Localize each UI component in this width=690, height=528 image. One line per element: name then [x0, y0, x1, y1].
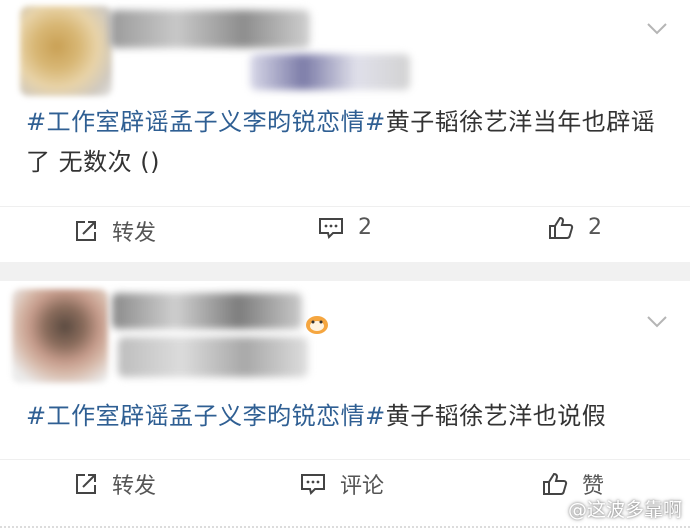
post-card-2: #工作室辟谣孟子义李昀锐恋情#黄子韬徐艺洋也说假 转发 评论 赞 @这波多靠啊 [0, 281, 690, 528]
comment-icon [301, 474, 325, 495]
comment-icon [319, 217, 343, 239]
chevron-down-icon[interactable] [646, 22, 668, 36]
username-blurred[interactable] [112, 293, 302, 329]
repost-button[interactable]: 转发 [74, 215, 156, 247]
comment-button[interactable]: 2 [318, 215, 372, 240]
share-icon [76, 221, 96, 241]
repost-label: 转发 [112, 474, 157, 499]
member-badge-icon [306, 316, 328, 334]
comment-button[interactable]: 评论 [300, 468, 384, 500]
post-card-1: #工作室辟谣孟子义李昀锐恋情#黄子韬徐艺洋当年也辟谣了 无数次 () 转发 2 … [0, 0, 690, 262]
hashtag-link[interactable]: #工作室辟谣孟子义李昀锐恋情# [26, 108, 386, 136]
thumbs-up-icon [543, 472, 568, 495]
repost-label: 转发 [112, 221, 157, 246]
comment-count: 2 [358, 215, 372, 240]
comment-label: 评论 [340, 474, 385, 499]
post-content: #工作室辟谣孟子义李昀锐恋情#黄子韬徐艺洋当年也辟谣了 无数次 () [26, 102, 670, 182]
avatar[interactable] [20, 6, 112, 96]
post-body-text: 黄子韬徐艺洋也说假 [385, 402, 607, 430]
watermark: @这波多靠啊 [537, 495, 682, 522]
feed-separator [0, 262, 690, 281]
action-bar: 转发 评论 赞 [0, 459, 690, 499]
repost-button[interactable]: 转发 [74, 468, 156, 500]
thumbs-up-icon [549, 216, 574, 239]
post-meta-blurred [118, 337, 308, 377]
avatar[interactable] [12, 289, 108, 383]
username-blurred[interactable] [110, 10, 310, 48]
like-count: 2 [588, 215, 602, 240]
watermark-text: @这波多靠啊 [567, 499, 682, 521]
hashtag-link[interactable]: #工作室辟谣孟子义李昀锐恋情# [26, 402, 386, 430]
chevron-down-icon[interactable] [646, 315, 668, 329]
like-button[interactable]: 2 [548, 215, 602, 240]
post-content: #工作室辟谣孟子义李昀锐恋情#黄子韬徐艺洋也说假 [26, 396, 670, 436]
share-icon [76, 474, 96, 494]
post-meta-blurred [250, 54, 410, 90]
action-bar: 转发 2 2 [0, 206, 690, 246]
weibo-logo-icon [537, 499, 563, 519]
